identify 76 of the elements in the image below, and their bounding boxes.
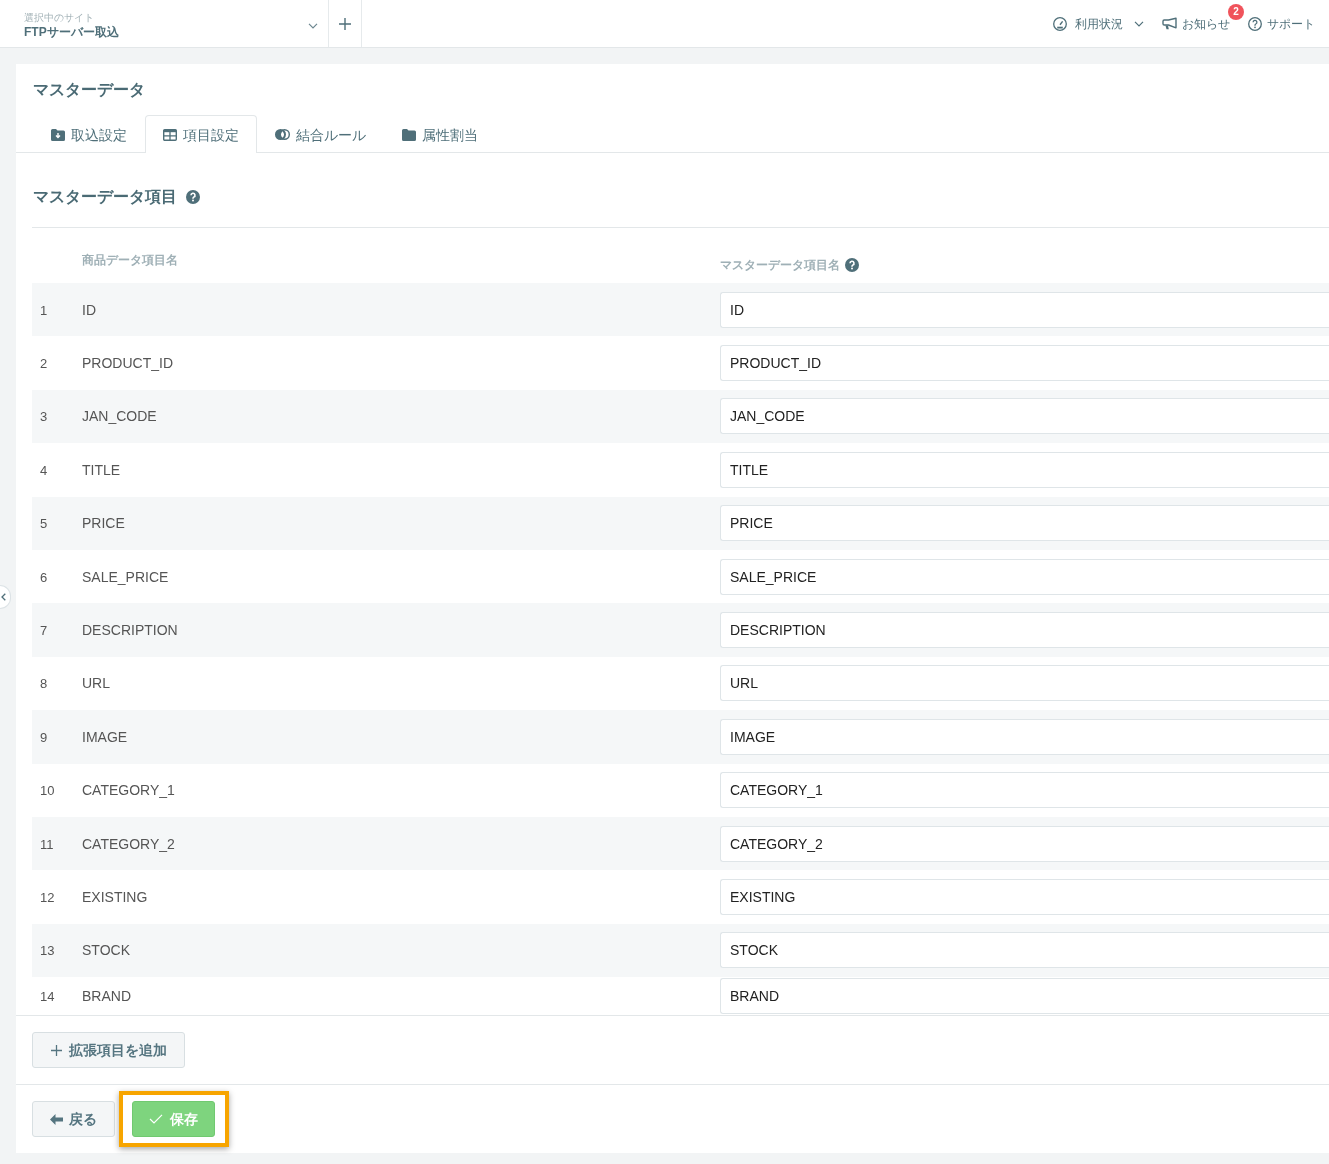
table-icon: [163, 128, 177, 141]
master-field-input[interactable]: PRICE: [720, 505, 1329, 542]
plus-icon: [339, 17, 351, 30]
help-icon: [845, 258, 859, 272]
site-selector[interactable]: 選択中のサイト FTPサーバー取込: [0, 0, 329, 47]
field-name: CATEGORY_2: [82, 835, 175, 852]
field-name: BRAND: [82, 988, 131, 1005]
folder-icon: [402, 128, 416, 141]
field-name: PRICE: [82, 515, 125, 532]
folder-download-icon: [51, 128, 65, 141]
master-field-input[interactable]: PRODUCT_ID: [720, 345, 1329, 382]
overlapping-circles-icon: [275, 129, 290, 140]
master-field-input[interactable]: SALE_PRICE: [720, 558, 1329, 595]
row-number: 1: [39, 302, 48, 318]
site-name: FTPサーバー取込: [24, 24, 119, 40]
master-field-input[interactable]: URL: [720, 665, 1329, 702]
field-name: TITLE: [82, 461, 121, 478]
arrow-left-icon: [50, 1113, 63, 1125]
row-number: 8: [39, 676, 48, 692]
usage-menu-button[interactable]: 利用状況: [1053, 15, 1144, 32]
row-number: 2: [39, 356, 48, 372]
field-name: JAN_CODE: [82, 408, 157, 425]
row-number: 3: [39, 409, 48, 425]
site-selector-label: 選択中のサイト: [24, 11, 94, 24]
row-number: 11: [39, 836, 54, 852]
field-name: ID: [82, 301, 96, 318]
sidebar-toggle-button[interactable]: [0, 585, 11, 609]
chevron-down-icon: [308, 22, 318, 29]
row-number: 10: [39, 783, 55, 799]
row-number: 4: [39, 462, 48, 478]
row-number: 5: [39, 516, 48, 532]
field-name: SALE_PRICE: [82, 568, 169, 585]
field-name: STOCK: [82, 942, 130, 959]
megaphone-icon: [1162, 17, 1177, 30]
notifications-button[interactable]: お知らせ: [1162, 15, 1230, 32]
help-icon: [186, 190, 200, 204]
chevron-left-icon: [1, 593, 6, 601]
row-number: 7: [39, 623, 48, 639]
master-field-input[interactable]: CATEGORY_2: [720, 825, 1329, 862]
row-number: 12: [39, 890, 55, 905]
master-field-input[interactable]: CATEGORY_1: [720, 772, 1329, 809]
field-name: DESCRIPTION: [82, 622, 178, 639]
support-button[interactable]: サポート: [1248, 15, 1315, 32]
row-number: 14: [39, 989, 55, 1005]
field-name: PRODUCT_ID: [82, 355, 173, 372]
page-title: マスターデータ: [32, 80, 146, 100]
field-name: EXISTING: [82, 889, 148, 905]
master-field-input[interactable]: JAN_CODE: [720, 398, 1329, 435]
tab[interactable]: 取込設定: [33, 115, 145, 153]
chevron-down-icon: [1134, 20, 1144, 27]
master-field-input[interactable]: BRAND: [720, 978, 1329, 1015]
row-number: 6: [39, 569, 48, 585]
check-icon: [149, 1114, 163, 1124]
master-field-input[interactable]: IMAGE: [720, 718, 1329, 755]
tab[interactable]: 属性割当: [384, 115, 496, 153]
master-field-input[interactable]: EXISTING: [720, 879, 1329, 915]
back-button[interactable]: 戻る: [32, 1101, 115, 1137]
plus-icon: [50, 1044, 62, 1056]
tab[interactable]: 結合ルール: [257, 115, 384, 153]
master-field-input[interactable]: DESCRIPTION: [720, 612, 1329, 649]
tab[interactable]: 項目設定: [145, 115, 257, 153]
notification-badge: 2: [1228, 3, 1244, 20]
column-header: マスターデータ項目名: [720, 258, 840, 272]
section-title: マスターデータ項目: [33, 187, 177, 207]
field-name: IMAGE: [82, 728, 128, 745]
gauge-icon: [1053, 16, 1067, 31]
field-name: CATEGORY_1: [82, 782, 175, 799]
field-name: URL: [82, 675, 110, 692]
column-header: 商品データ項目名: [82, 253, 178, 267]
master-field-input[interactable]: TITLE: [720, 451, 1329, 488]
master-field-input[interactable]: ID: [720, 291, 1329, 328]
row-number: 13: [39, 943, 55, 959]
row-number: 9: [39, 729, 48, 745]
question-circle-icon: [1248, 16, 1262, 31]
master-field-input[interactable]: STOCK: [720, 932, 1329, 969]
add-extension-field-button[interactable]: 拡張項目を追加: [32, 1032, 185, 1068]
